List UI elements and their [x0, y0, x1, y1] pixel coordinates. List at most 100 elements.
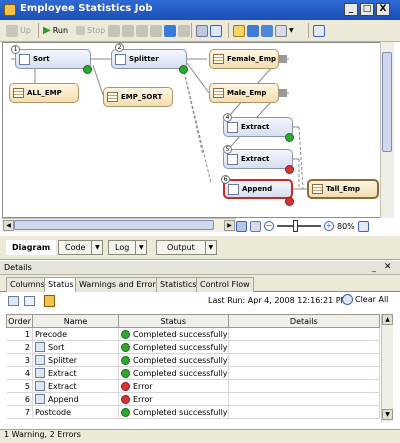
table-row[interactable]: 7 Postcode Completed successfully: [6, 405, 381, 419]
tab-columns[interactable]: Columns: [6, 277, 49, 292]
zoom-in-icon[interactable]: +: [324, 221, 334, 231]
table-view-icon[interactable]: [8, 296, 19, 306]
error-icon: [285, 165, 294, 174]
status-cell: Error: [118, 379, 229, 393]
all-emp-table-node[interactable]: ALL_EMP: [9, 83, 79, 103]
tab-diagram[interactable]: Diagram: [6, 240, 57, 255]
table-row[interactable]: 4 Extract Completed successfully: [6, 366, 381, 380]
emp-sort-table-node[interactable]: EMP_SORT: [103, 87, 173, 107]
emp-sort-label: EMP_SORT: [121, 93, 163, 101]
close-panel-icon[interactable]: ✕: [384, 262, 392, 272]
scroll-right-arrow-icon[interactable]: ▶: [224, 220, 235, 231]
diagram-buttons[interactable]: ▼: [233, 23, 294, 38]
maximize-button[interactable]: □: [360, 3, 374, 16]
horizontal-scroll-thumb[interactable]: [14, 220, 214, 230]
run-button[interactable]: ▶ Run: [43, 23, 68, 38]
tab-log[interactable]: Log ▼: [108, 240, 148, 255]
run-label: Run: [52, 26, 69, 35]
list-view-icon[interactable]: [24, 296, 35, 306]
error-icon: [285, 197, 294, 206]
stop-button[interactable]: Stop: [76, 23, 105, 38]
chevron-down-icon[interactable]: ▼: [135, 241, 146, 254]
sort-node[interactable]: Sort: [15, 49, 91, 69]
print-icon[interactable]: [44, 295, 55, 307]
chevron-down-icon[interactable]: ▼: [289, 27, 294, 34]
grid-icon[interactable]: [247, 24, 259, 37]
clear-all-label: Clear All: [355, 295, 389, 304]
status-bar-text: 1 Warning, 2 Errors: [4, 430, 81, 439]
tab-warnings-and-errors[interactable]: Warnings and Errors: [75, 277, 164, 292]
scroll-up-arrow-icon[interactable]: ▲: [382, 314, 393, 325]
chevron-down-icon[interactable]: ▼: [91, 241, 102, 254]
details-cell: [228, 353, 381, 367]
table-vertical-scrollbar[interactable]: ▲ ▼: [381, 314, 393, 422]
tab-status[interactable]: Status: [44, 277, 78, 293]
zoom-slider-handle[interactable]: [293, 220, 298, 232]
extract-node-2[interactable]: Extract: [223, 149, 293, 169]
pointer-icon[interactable]: [236, 220, 247, 232]
column-header-order[interactable]: Order: [6, 314, 33, 328]
status-cell: Error: [118, 392, 229, 406]
tab-code-label: Code: [65, 243, 86, 252]
extract-node-1[interactable]: Extract: [223, 117, 293, 137]
scroll-left-arrow-icon[interactable]: ◀: [3, 220, 14, 231]
transform-icon: [35, 342, 45, 352]
tab-statistics[interactable]: Statistics: [156, 277, 201, 292]
vertical-scroll-thumb[interactable]: [382, 52, 392, 152]
pan-icon[interactable]: [250, 220, 261, 232]
clear-all-button[interactable]: Clear All: [342, 294, 388, 305]
options-icon[interactable]: [196, 24, 208, 37]
table-row[interactable]: 3 Splitter Completed successfully: [6, 353, 381, 367]
step-icon[interactable]: [108, 24, 120, 37]
table-row[interactable]: 5 Extract Error: [6, 379, 381, 393]
details-tabs: Columns Status Warnings and Errors Stati…: [0, 275, 400, 293]
continue-icon[interactable]: [178, 24, 190, 37]
transform-icon: [35, 381, 45, 391]
up-button[interactable]: Up: [6, 23, 31, 38]
table-row[interactable]: 2 Sort Completed successfully: [6, 340, 381, 354]
breakpoint-icon[interactable]: [164, 24, 176, 37]
list-icon[interactable]: [313, 24, 325, 37]
step-out-icon[interactable]: [150, 24, 162, 37]
column-header-status[interactable]: Status: [118, 314, 229, 328]
tall-emp-table-node[interactable]: Tall_Emp: [307, 179, 379, 199]
status-cell: Completed successfully: [118, 340, 229, 354]
process-flow-diagram[interactable]: Sort 1 Splitter 2 Female_Emp Male_Emp AL…: [2, 42, 388, 218]
zoom-slider[interactable]: [277, 220, 321, 232]
column-header-details[interactable]: Details: [227, 314, 381, 328]
male-emp-label: Male_Emp: [227, 89, 267, 97]
table-row[interactable]: 1 Precode Completed successfully: [6, 327, 381, 341]
step-into-icon[interactable]: [136, 24, 148, 37]
tab-output[interactable]: Output ▼: [156, 240, 217, 255]
details-cell: [228, 366, 381, 380]
close-button[interactable]: X: [376, 3, 390, 16]
list-button[interactable]: [313, 23, 325, 38]
append-node[interactable]: Append: [223, 179, 293, 199]
step-over-icon[interactable]: [122, 24, 134, 37]
tab-code[interactable]: Code ▼: [58, 240, 104, 255]
status-table: Order Name Status Details 1 Precode Comple…: [6, 314, 381, 419]
female-emp-table-node[interactable]: Female_Emp: [209, 49, 279, 69]
minimize-button[interactable]: _: [344, 3, 358, 16]
properties-icon[interactable]: [210, 24, 222, 37]
column-header-name[interactable]: Name: [32, 314, 119, 328]
table-row[interactable]: 6 Append Error: [6, 392, 381, 406]
tab-control-flow[interactable]: Control Flow: [196, 277, 254, 292]
view-buttons[interactable]: [196, 23, 222, 38]
name-cell: Extract: [32, 379, 119, 393]
male-emp-table-node[interactable]: Male_Emp: [209, 83, 279, 103]
name-cell: Sort: [32, 340, 119, 354]
fit-to-page-icon[interactable]: [357, 220, 369, 232]
order-cell: 3: [6, 353, 33, 367]
debug-step-buttons[interactable]: [108, 23, 190, 38]
splitter-node[interactable]: Splitter: [111, 49, 187, 69]
transform-icon: [35, 394, 45, 404]
zoom-out-icon[interactable]: −: [264, 221, 274, 231]
layout-icon[interactable]: [261, 24, 273, 37]
folder-icon[interactable]: [233, 24, 245, 37]
chevron-down-icon[interactable]: ▼: [204, 241, 216, 254]
scroll-down-arrow-icon[interactable]: ▼: [382, 409, 393, 420]
align-icon[interactable]: [275, 24, 287, 37]
stop-icon: [76, 26, 85, 35]
minimize-panel-icon[interactable]: _: [372, 263, 376, 272]
